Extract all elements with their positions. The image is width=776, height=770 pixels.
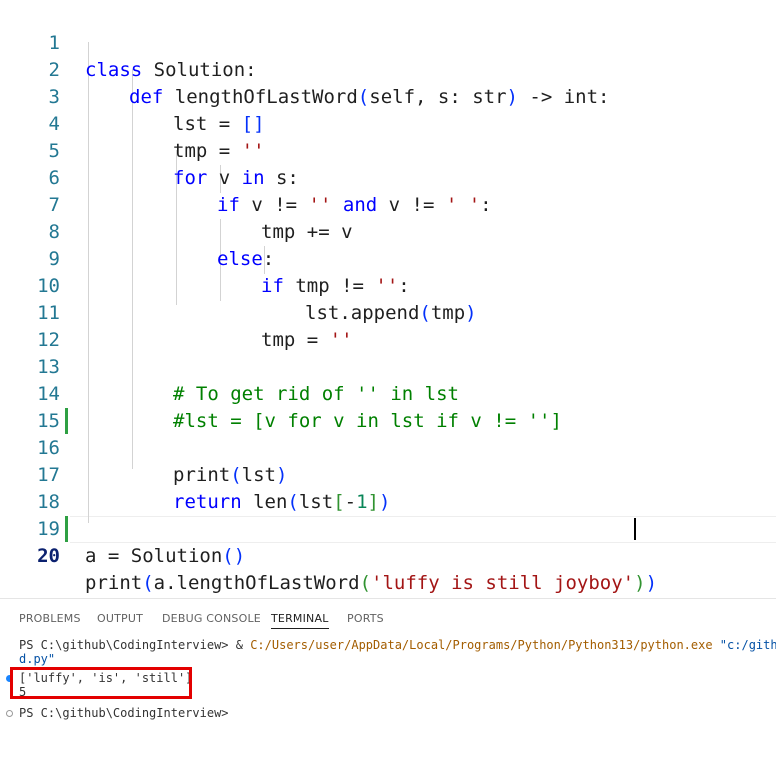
code-line-11: 11 tmp = '' bbox=[0, 273, 776, 351]
code-line-16: 16 print(lst) bbox=[0, 408, 776, 486]
code-line-19: 19 a = Solution() bbox=[0, 489, 776, 567]
code-line-9: 9 if tmp != '': bbox=[0, 219, 776, 297]
tab-output[interactable]: OUTPUT bbox=[97, 612, 143, 625]
code-line-15: 15 bbox=[0, 381, 776, 432]
highlight-box bbox=[10, 667, 192, 699]
code-line-10: 10 lst.append(tmp) bbox=[0, 246, 776, 324]
code-line-20: 20 print(a.lengthOfLastWord('luffy is st… bbox=[0, 516, 776, 594]
code-line-5: 5 for v in s: bbox=[0, 111, 776, 189]
text-cursor bbox=[634, 518, 636, 540]
code-line-18: 18 bbox=[0, 462, 776, 513]
code-line-1: 1 class Solution: bbox=[0, 3, 776, 81]
code-line-13: 13 # To get rid of '' in lst bbox=[0, 327, 776, 405]
tab-problems[interactable]: PROBLEMS bbox=[19, 612, 81, 625]
code-text[interactable]: print(a.lengthOfLastWord('luffy is still… bbox=[85, 570, 657, 597]
panel-tabs: PROBLEMS OUTPUT DEBUG CONSOLE TERMINAL P… bbox=[0, 609, 776, 629]
terminal-prompt: PS C:\github\CodingInterview> bbox=[19, 706, 229, 720]
code-line-8: 8 else: bbox=[0, 192, 776, 270]
code-line-7: 7 tmp += v bbox=[0, 165, 776, 243]
code-line-14: 14 #lst = [v for v in lst if v != ''] bbox=[0, 354, 776, 432]
code-line-2: 2 def lengthOfLastWord(self, s: str) -> … bbox=[0, 30, 776, 108]
line-number: 20 bbox=[37, 545, 60, 567]
terminal-command-line: PS C:\github\CodingInterview> & C:/Users… bbox=[19, 638, 776, 652]
code-editor[interactable]: 1 class Solution: 2 def lengthOfLastWord… bbox=[0, 0, 776, 594]
tab-ports[interactable]: PORTS bbox=[347, 612, 384, 625]
code-line-6: 6 if v != '' and v != ' ': bbox=[0, 138, 776, 216]
code-line-4: 4 tmp = '' bbox=[0, 84, 776, 162]
terminal-command-wrap: d.py" bbox=[19, 652, 56, 666]
tab-debug-console[interactable]: DEBUG CONSOLE bbox=[162, 612, 261, 625]
code-line-17: 17 return len(lst[-1]) bbox=[0, 435, 776, 513]
code-line-3: 3 lst = [] bbox=[0, 57, 776, 135]
tab-terminal[interactable]: TERMINAL bbox=[271, 612, 329, 629]
code-text[interactable]: a = Solution() bbox=[85, 543, 245, 570]
code-line-12: 12 bbox=[0, 300, 776, 351]
command-decoration-icon[interactable] bbox=[6, 710, 13, 717]
